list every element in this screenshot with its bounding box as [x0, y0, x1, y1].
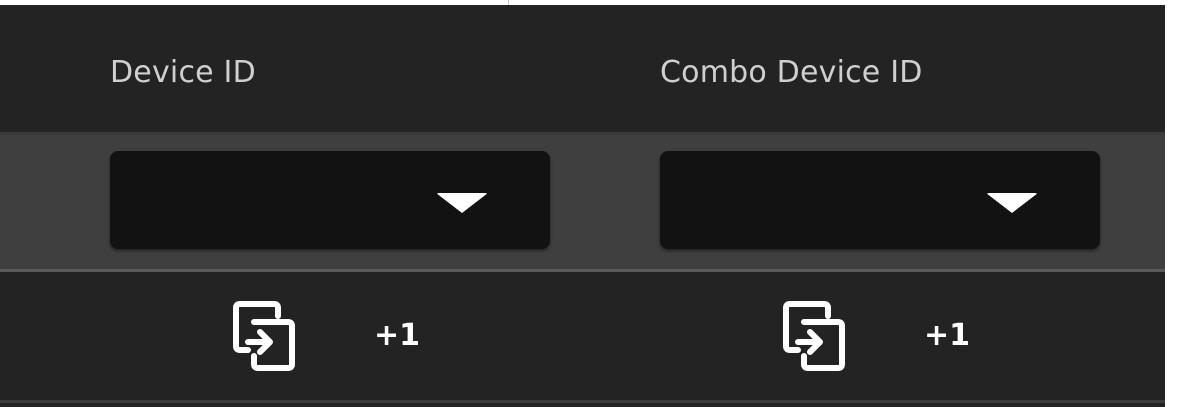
copy-to-icon[interactable] — [782, 300, 848, 372]
device-id-panel: Device ID Combo Device ID +1 +1 — [0, 5, 1165, 407]
device-id-header: Device ID — [110, 55, 256, 90]
device-id-dropdown[interactable] — [110, 151, 550, 249]
action-row: +1 +1 — [0, 272, 1165, 403]
combo-device-id-dropdown[interactable] — [660, 151, 1100, 249]
combo-device-id-count: +1 — [924, 318, 971, 353]
caret-down-icon — [436, 193, 488, 213]
device-id-count: +1 — [374, 318, 421, 353]
caret-down-icon — [986, 193, 1038, 213]
combo-device-id-action: +1 — [782, 300, 982, 372]
header-row: Device ID Combo Device ID — [0, 5, 1165, 135]
dropdown-row — [0, 135, 1165, 272]
device-id-action: +1 — [232, 300, 432, 372]
combo-device-id-header: Combo Device ID — [660, 55, 923, 90]
copy-to-icon[interactable] — [232, 300, 298, 372]
